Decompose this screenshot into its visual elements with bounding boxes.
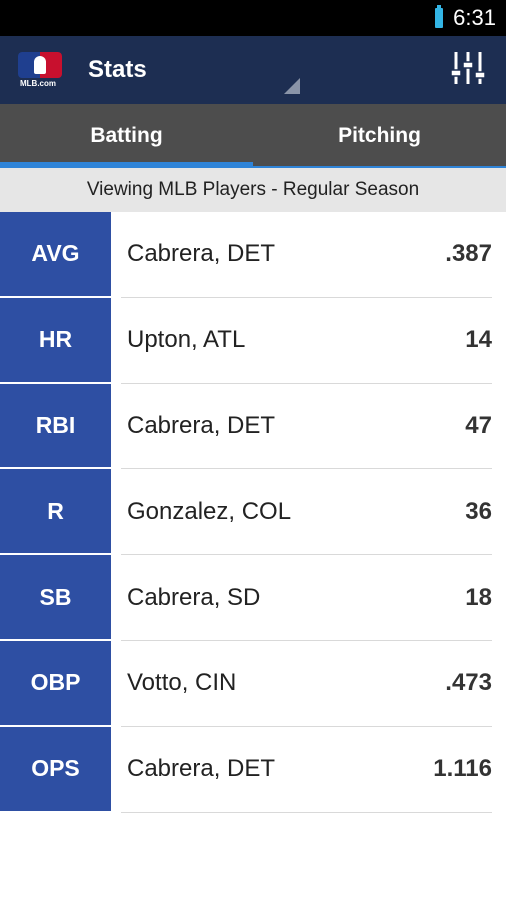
filter-sliders-icon[interactable] xyxy=(450,50,486,86)
stat-value: .473 xyxy=(445,669,492,697)
mlb-logo-icon[interactable]: MLB.com xyxy=(18,52,62,88)
tab-bar: Batting Pitching xyxy=(0,104,506,168)
stat-abbr: OBP xyxy=(0,640,111,727)
stat-player: Votto, CIN xyxy=(127,669,237,697)
stat-row-avg[interactable]: AVG Cabrera, DET .387 xyxy=(0,212,506,298)
spinner-dropdown-icon[interactable] xyxy=(284,78,300,94)
stat-value: 47 xyxy=(465,411,492,439)
stat-row-rbi[interactable]: RBI Cabrera, DET 47 xyxy=(0,383,506,470)
stat-abbr: OPS xyxy=(0,726,111,813)
stat-abbr: R xyxy=(0,469,111,556)
action-bar: MLB.com Stats xyxy=(0,36,506,104)
stat-abbr: AVG xyxy=(0,212,111,298)
status-bar: 6:31 xyxy=(0,0,506,36)
tab-pitching[interactable]: Pitching xyxy=(253,104,506,168)
stat-player: Cabrera, DET xyxy=(127,755,276,783)
stat-player: Upton, ATL xyxy=(127,326,246,354)
tab-batting-label: Batting xyxy=(90,124,163,147)
stat-abbr: HR xyxy=(0,297,111,384)
logo-text: MLB.com xyxy=(20,79,56,88)
stat-row-r[interactable]: R Gonzalez, COL 36 xyxy=(0,469,506,556)
status-time: 6:31 xyxy=(453,5,496,30)
stat-value: 1.116 xyxy=(433,755,492,783)
stat-player: Cabrera, DET xyxy=(127,411,276,439)
stat-value: 14 xyxy=(465,326,492,354)
battery-icon xyxy=(435,5,444,28)
stat-value: 36 xyxy=(465,497,492,525)
tab-pitching-label: Pitching xyxy=(338,124,421,147)
stat-value: 18 xyxy=(465,583,492,611)
stat-player: Gonzalez, COL xyxy=(127,497,292,525)
stat-abbr: SB xyxy=(0,555,111,641)
stat-abbr: RBI xyxy=(0,383,111,470)
stat-player: Cabrera, DET xyxy=(127,240,276,268)
stat-row-ops[interactable]: OPS Cabrera, DET 1.116 xyxy=(0,726,506,813)
stat-row-hr[interactable]: HR Upton, ATL 14 xyxy=(0,297,506,384)
stats-list: AVG Cabrera, DET .387 HR Upton, ATL 14 R… xyxy=(0,212,506,813)
stat-row-obp[interactable]: OBP Votto, CIN .473 xyxy=(0,640,506,727)
stat-value: .387 xyxy=(445,240,492,268)
stat-row-sb[interactable]: SB Cabrera, SD 18 xyxy=(0,555,506,641)
season-subheader: Viewing MLB Players - Regular Season xyxy=(0,168,506,212)
stat-player: Cabrera, SD xyxy=(127,583,261,611)
page-title[interactable]: Stats xyxy=(88,56,147,84)
tab-batting[interactable]: Batting xyxy=(0,104,253,168)
